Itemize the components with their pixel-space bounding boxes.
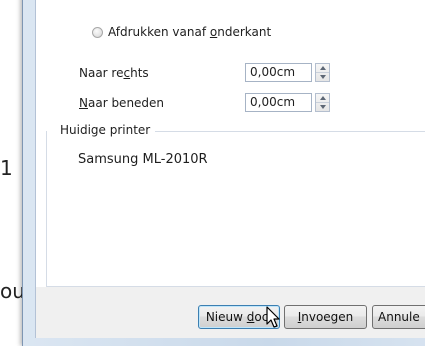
offset-right-label: Naar rechts [79,66,149,80]
spin-up-icon[interactable] [316,94,329,103]
group-box-top-line [155,131,425,132]
current-printer-group-label: Huidige printer [60,123,151,137]
offset-down-spinner[interactable] [315,93,330,112]
group-box-left-line [46,131,47,286]
cancel-button[interactable]: Annule [372,305,425,329]
offset-right-input[interactable]: 0,00cm [245,63,312,82]
current-printer-name: Samsung ML-2010R [78,152,208,167]
spin-down-icon[interactable] [316,103,329,111]
print-from-bottom-label: Afdrukken vanaf onderkant [108,25,272,39]
print-from-bottom-radio[interactable] [92,27,103,38]
group-box-bottom-line [46,286,425,287]
spin-up-icon[interactable] [316,64,329,73]
offset-down-label: Naar beneden [79,96,165,110]
background-text-fragment: 1 [0,156,13,180]
offset-down-input[interactable]: 0,00cm [245,93,312,112]
arrow-pointer-icon [266,306,280,328]
spin-down-icon[interactable] [316,73,329,81]
offset-right-spinner[interactable] [315,63,330,82]
insert-button[interactable]: Invoegen [284,305,367,329]
